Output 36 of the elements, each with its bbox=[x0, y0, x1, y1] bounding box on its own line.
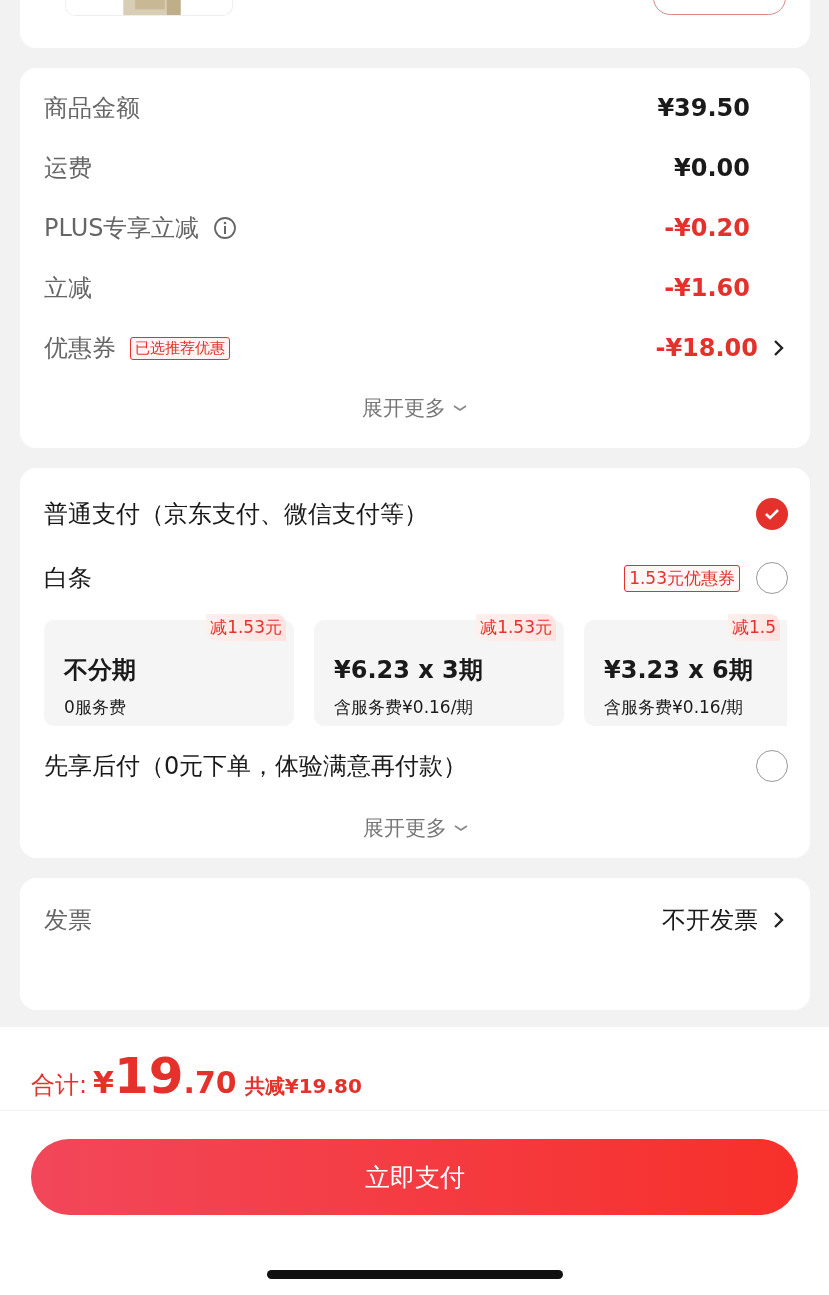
total-decimal: .70 bbox=[183, 1065, 237, 1100]
total-amount: 19 bbox=[113, 1047, 184, 1105]
row-value: ¥0.00 bbox=[674, 154, 750, 182]
expand-more-button[interactable]: 展开更多 bbox=[363, 814, 469, 842]
currency-symbol: ¥ bbox=[93, 1065, 114, 1100]
payment-method-label: 先享后付（0元下单，体验满意再付款） bbox=[44, 751, 468, 782]
info-icon[interactable] bbox=[213, 216, 238, 240]
chevron-down-icon bbox=[452, 403, 468, 413]
discount-tag: 减1.53元 bbox=[476, 614, 556, 641]
row-value[interactable]: 不开发票 bbox=[662, 904, 758, 936]
coupon-badge: 1.53元优惠券 bbox=[624, 564, 740, 592]
row-label: 发票 bbox=[44, 905, 92, 936]
pay-button[interactable]: 立即支付 bbox=[31, 1139, 798, 1215]
saved-amount: 共减¥19.80 bbox=[244, 1073, 362, 1100]
payment-method-label: 普通支付（京东支付、微信支付等） bbox=[44, 499, 428, 530]
row-value: -¥18.00 bbox=[655, 334, 758, 362]
radio-button[interactable] bbox=[756, 562, 788, 594]
payment-method-label: 白条 bbox=[44, 563, 92, 594]
discount-tag: 减1.53元 bbox=[206, 614, 286, 641]
expand-more-button[interactable]: 展开更多 bbox=[362, 394, 468, 422]
row-label: 运费 bbox=[44, 153, 92, 184]
chevron-icon bbox=[772, 911, 784, 929]
row-label: 商品金额 bbox=[44, 93, 140, 124]
chevron-down-icon bbox=[453, 823, 469, 833]
row-label: PLUS专享立减 bbox=[44, 213, 200, 244]
radio-button[interactable] bbox=[756, 498, 788, 530]
row-value: ¥39.50 bbox=[657, 94, 750, 122]
chevron-icon bbox=[772, 339, 784, 357]
coupon-badge: 已选推荐优惠 bbox=[130, 336, 230, 360]
row-label: 立减 bbox=[44, 273, 92, 304]
row-label: 优惠券 bbox=[44, 333, 116, 364]
total-label: 合计: bbox=[31, 1070, 88, 1101]
row-value: -¥1.60 bbox=[664, 274, 750, 302]
radio-button[interactable] bbox=[756, 750, 788, 782]
row-value: -¥0.20 bbox=[664, 214, 750, 242]
discount-tag: 减1.5 bbox=[727, 614, 780, 641]
